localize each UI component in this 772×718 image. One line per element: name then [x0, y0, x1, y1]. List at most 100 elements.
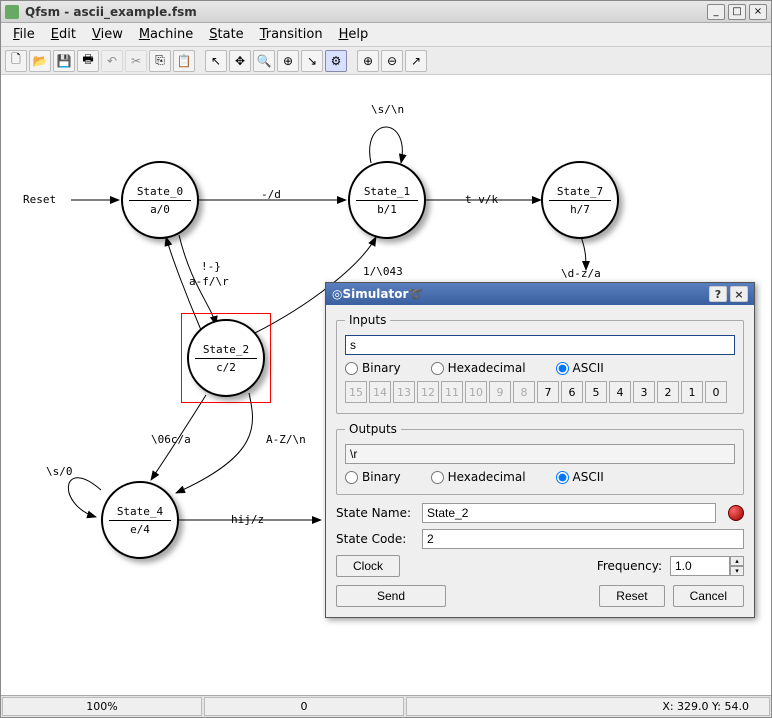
frequency-field[interactable] [670, 556, 730, 576]
state-code-label: State Code: [336, 532, 416, 546]
statusbar: 100% 0 X: 329.0 Y: 54.0 [1, 695, 771, 717]
toolbar: 🗋 📂 💾 🖶 ↶ ✂ ⎘ 📋 ↖ ✥ 🔍 ⊕ ↘ ⚙ ⊕ ⊖ ↗ [1, 47, 771, 75]
pan-icon[interactable]: ✥ [229, 50, 251, 72]
menu-transition[interactable]: Transition [254, 25, 329, 44]
bit-11[interactable]: 11 [441, 381, 463, 403]
bit-2[interactable]: 2 [657, 381, 679, 403]
bit-9[interactable]: 9 [489, 381, 511, 403]
bit-8[interactable]: 8 [513, 381, 535, 403]
bit-15[interactable]: 15 [345, 381, 367, 403]
transition-s1-s7-label: t-v/k [465, 193, 498, 206]
copy-icon[interactable]: ⎘ [149, 50, 171, 72]
print-icon[interactable]: 🖶 [77, 50, 99, 72]
bit-4[interactable]: 4 [609, 381, 631, 403]
simulator-dialog: ◎ Simulator ➰ ? × Inputs Binary Hexadeci… [325, 282, 755, 618]
transition-s4-loop-label: \s/0 [46, 465, 73, 478]
close-button[interactable]: × [749, 4, 767, 20]
newtrans-icon[interactable]: ↘ [301, 50, 323, 72]
bit-toggle-row: 15 14 13 12 11 10 9 8 7 6 5 4 3 2 1 0 [345, 381, 735, 403]
outputs-ascii-radio[interactable]: ASCII [556, 470, 604, 484]
state-code-field [422, 529, 744, 549]
state-2[interactable]: State_2c/2 [187, 319, 265, 397]
clock-button[interactable]: Clock [336, 555, 400, 577]
swirl-icon: ➰ [408, 287, 423, 301]
transition-s2-s4-b-label: A-Z/\n [266, 433, 306, 446]
transition-s4-right-label: hij/z [231, 513, 264, 526]
menu-state[interactable]: State [203, 25, 249, 44]
zoom-icon[interactable]: 🔍 [253, 50, 275, 72]
save-icon[interactable]: 💾 [53, 50, 75, 72]
cut-icon[interactable]: ✂ [125, 50, 147, 72]
bit-12[interactable]: 12 [417, 381, 439, 403]
bit-10[interactable]: 10 [465, 381, 487, 403]
bit-3[interactable]: 3 [633, 381, 655, 403]
dialog-close-button[interactable]: × [730, 286, 748, 302]
transition-s0-s2-a-label: !-} [201, 260, 221, 273]
maximize-button[interactable]: □ [728, 4, 746, 20]
inputs-binary-radio[interactable]: Binary [345, 361, 401, 375]
outputs-hex-radio[interactable]: Hexadecimal [431, 470, 526, 484]
app-icon [5, 5, 19, 19]
bit-6[interactable]: 6 [561, 381, 583, 403]
dialog-titlebar[interactable]: ◎ Simulator ➰ ? × [326, 283, 754, 305]
transition-s7-down-label: \d-z/a [561, 267, 601, 280]
inputs-field[interactable] [345, 335, 735, 355]
state-1[interactable]: State_1b/1 [348, 161, 426, 239]
menu-edit[interactable]: Edit [45, 25, 82, 44]
state-name-field [422, 503, 716, 523]
new-icon[interactable]: 🗋 [5, 50, 27, 72]
window-title: Qfsm - ascii_example.fsm [25, 5, 704, 19]
help-button[interactable]: ? [709, 286, 727, 302]
transition-s2-s4-a-label: \06c/a [151, 433, 191, 446]
dialog-title: Simulator [342, 287, 408, 301]
bit-5[interactable]: 5 [585, 381, 607, 403]
inputs-hex-radio[interactable]: Hexadecimal [431, 361, 526, 375]
arrow-icon[interactable]: ↗ [405, 50, 427, 72]
bit-0[interactable]: 0 [705, 381, 727, 403]
menu-machine[interactable]: Machine [133, 25, 199, 44]
inputs-group: Inputs Binary Hexadecimal ASCII 15 14 13… [336, 313, 744, 414]
status-zoom: 100% [2, 697, 202, 716]
zoomout-icon[interactable]: ⊖ [381, 50, 403, 72]
bit-13[interactable]: 13 [393, 381, 415, 403]
simulate-icon[interactable]: ⚙ [325, 50, 347, 72]
bit-14[interactable]: 14 [369, 381, 391, 403]
transition-s2-s1-label: 1/\043 [363, 265, 403, 278]
transition-s1-loop-label: \s/\n [371, 103, 404, 116]
outputs-group: Outputs Binary Hexadecimal ASCII [336, 422, 744, 495]
separator [197, 50, 203, 72]
frequency-spin[interactable]: ▴▾ [670, 556, 744, 576]
cancel-button[interactable]: Cancel [673, 585, 744, 607]
outputs-legend: Outputs [345, 422, 401, 436]
outputs-field [345, 444, 735, 464]
inputs-ascii-radio[interactable]: ASCII [556, 361, 604, 375]
separator [349, 50, 355, 72]
status-coords: X: 329.0 Y: 54.0 [406, 697, 770, 716]
spin-down-icon[interactable]: ▾ [730, 566, 744, 576]
state-7[interactable]: State_7h/7 [541, 161, 619, 239]
menu-help[interactable]: Help [333, 25, 375, 44]
inputs-legend: Inputs [345, 313, 390, 327]
bit-7[interactable]: 7 [537, 381, 559, 403]
state-0[interactable]: State_0a/0 [121, 161, 199, 239]
undo-icon[interactable]: ↶ [101, 50, 123, 72]
menu-view[interactable]: View [86, 25, 129, 44]
zoomin-icon[interactable]: ⊕ [357, 50, 379, 72]
select-icon[interactable]: ↖ [205, 50, 227, 72]
open-icon[interactable]: 📂 [29, 50, 51, 72]
transition-s0-s1-label: -/d [261, 188, 281, 201]
reset-button[interactable]: Reset [599, 585, 664, 607]
transition-s0-s2-b-label: a-f/\r [189, 275, 229, 288]
menubar: File Edit View Machine State Transition … [1, 23, 771, 47]
send-button[interactable]: Send [336, 585, 446, 607]
spin-up-icon[interactable]: ▴ [730, 556, 744, 566]
titlebar: Qfsm - ascii_example.fsm _ □ × [1, 1, 771, 23]
newstate-icon[interactable]: ⊕ [277, 50, 299, 72]
state-4[interactable]: State_4e/4 [101, 481, 179, 559]
minimize-button[interactable]: _ [707, 4, 725, 20]
menu-file[interactable]: File [7, 25, 41, 44]
dialog-body: Inputs Binary Hexadecimal ASCII 15 14 13… [326, 305, 754, 617]
paste-icon[interactable]: 📋 [173, 50, 195, 72]
outputs-binary-radio[interactable]: Binary [345, 470, 401, 484]
bit-1[interactable]: 1 [681, 381, 703, 403]
